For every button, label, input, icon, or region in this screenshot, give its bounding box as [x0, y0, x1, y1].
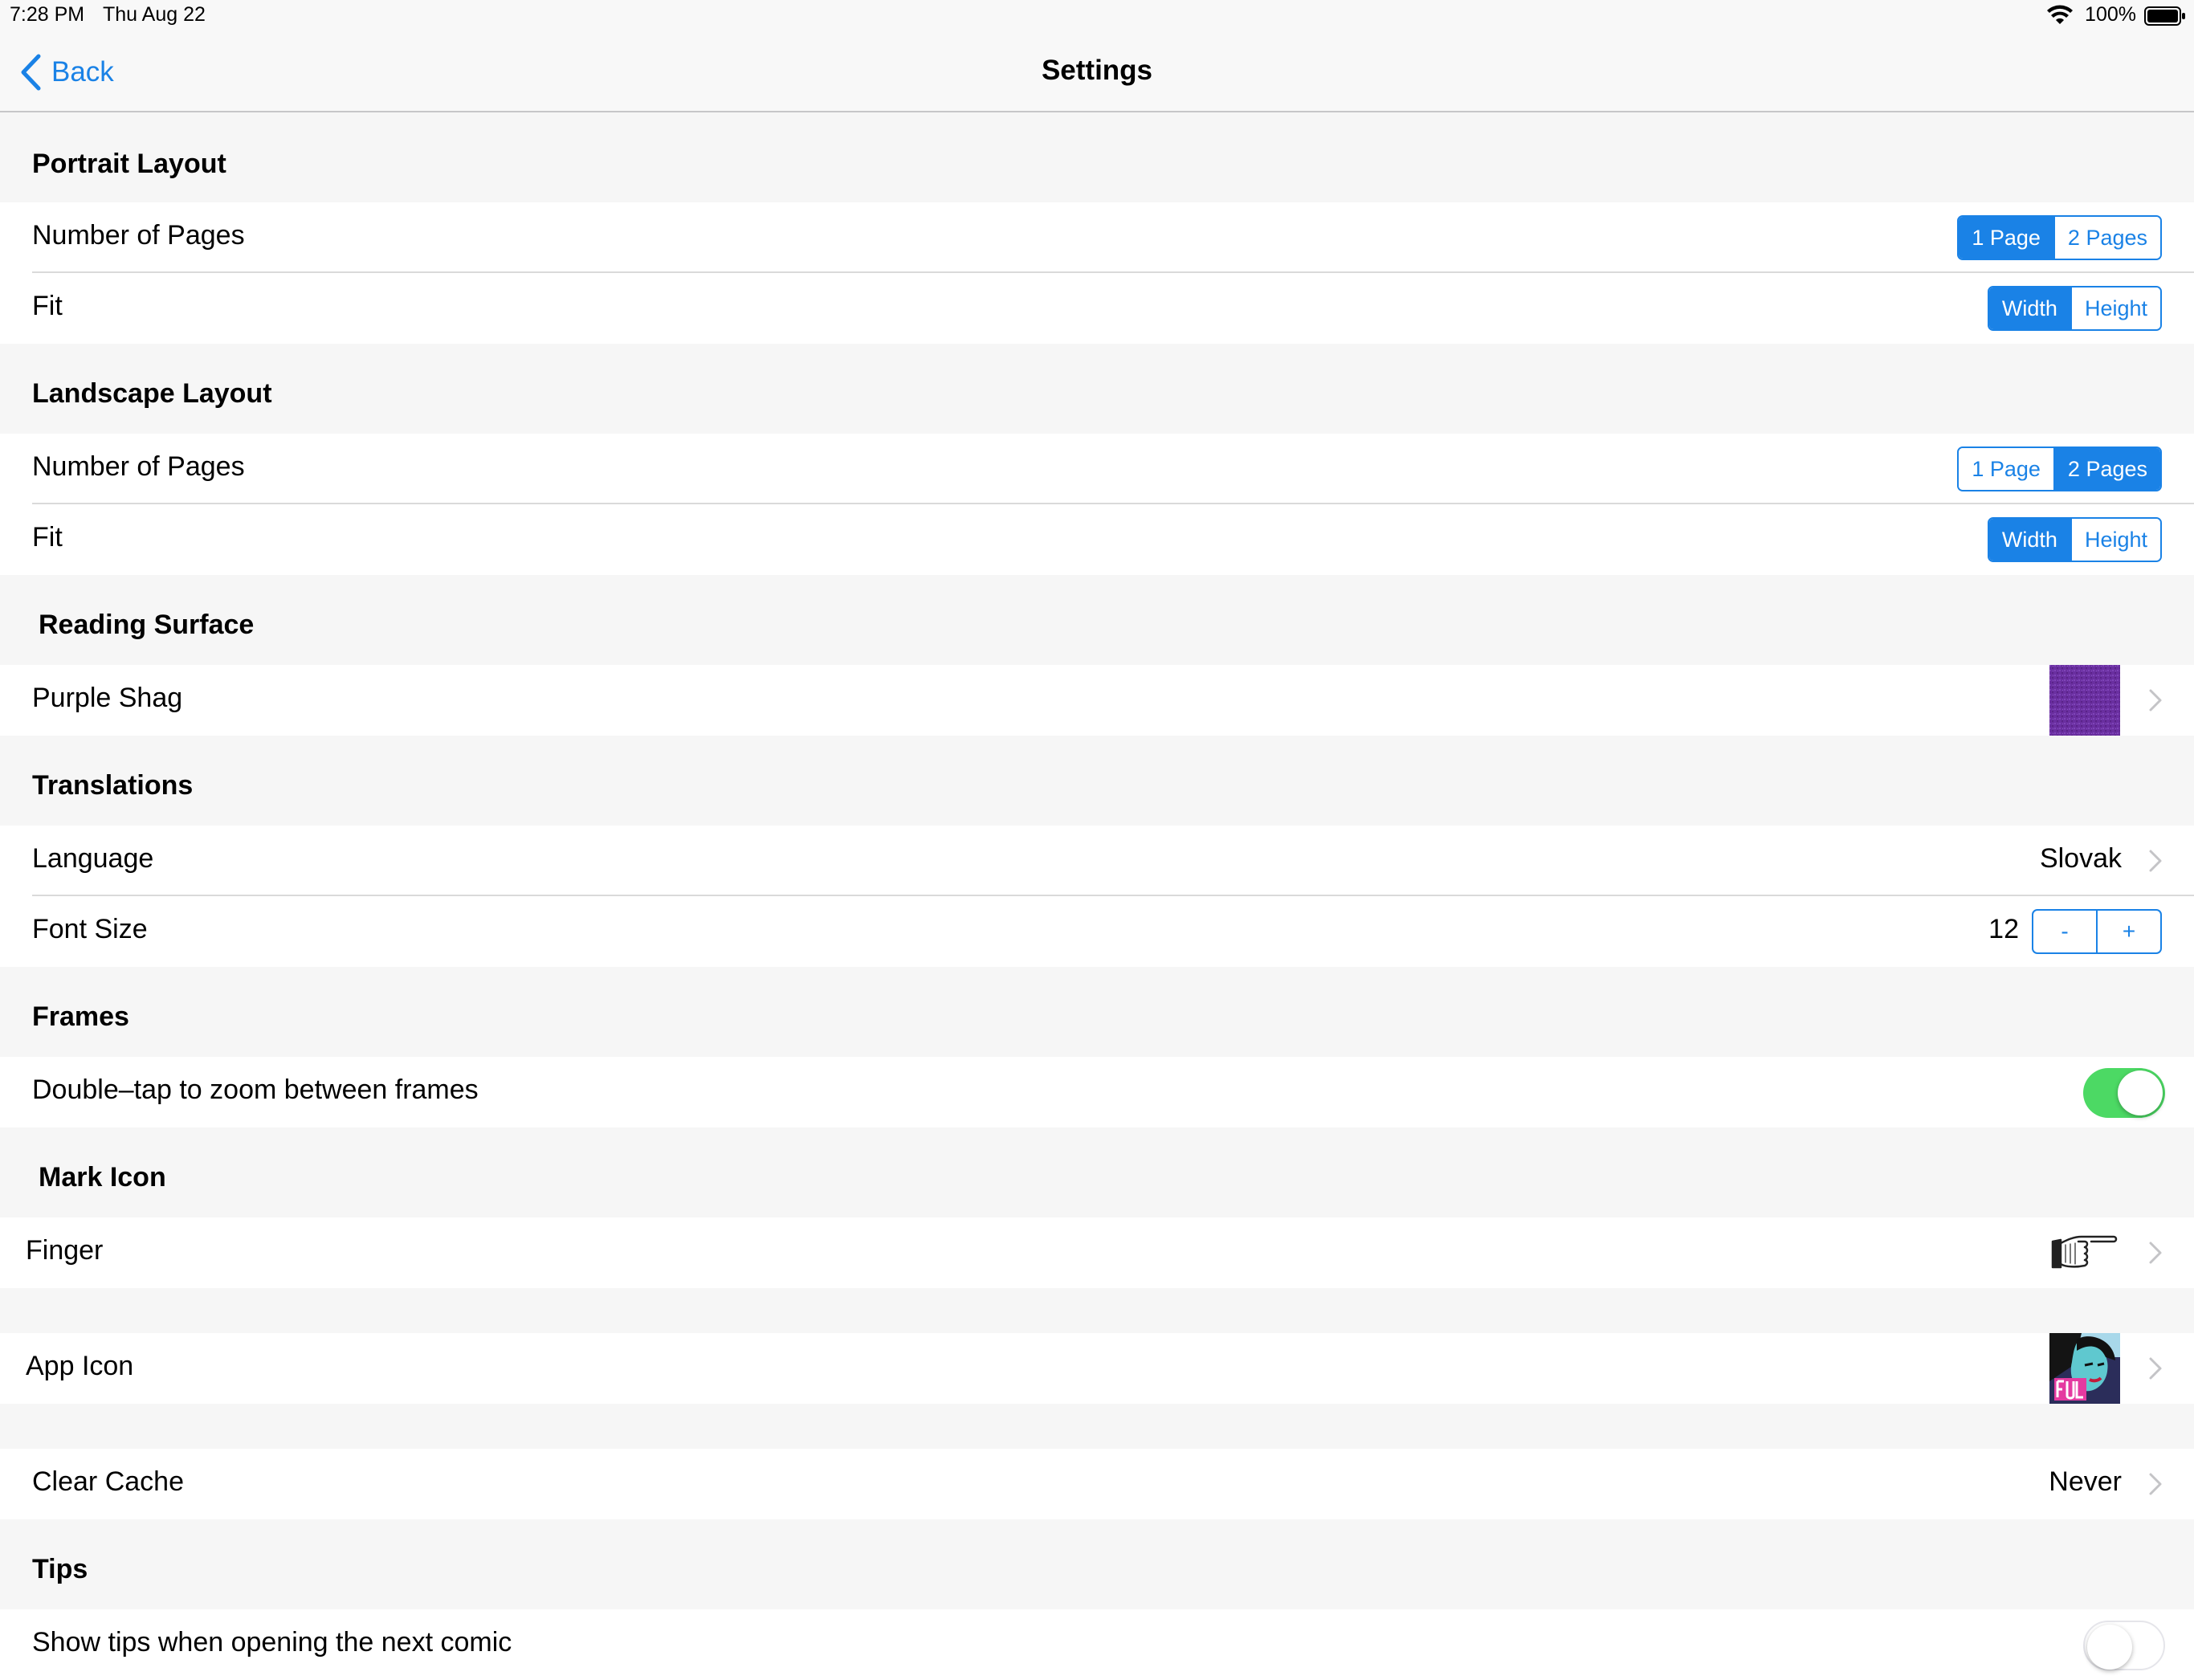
section-header-frames: Frames [0, 967, 2194, 1057]
app-icon-thumbnail [2049, 1333, 2120, 1404]
row-show-tips: Show tips when opening the next comic [0, 1609, 2194, 1680]
section-header-translations: Translations [0, 736, 2194, 826]
battery-percent: 100% [2085, 3, 2136, 26]
purple-shag-swatch [2049, 665, 2120, 736]
chevron-right-icon [2149, 1357, 2162, 1380]
font-size-stepper: - + [2032, 909, 2162, 954]
row-font-size: Font Size 12 - + [0, 896, 2194, 967]
pointing-finger-icon [2051, 1235, 2118, 1269]
language-label: Language [32, 843, 154, 874]
landscape-pages-label: Number of Pages [32, 451, 245, 482]
show-tips-label: Show tips when opening the next comic [32, 1627, 512, 1658]
font-size-value: 12 [1988, 914, 2019, 944]
portrait-pages-label: Number of Pages [32, 220, 245, 251]
landscape-fit-segmented-control: Width Height [1987, 517, 2162, 562]
section-header-portrait: Portrait Layout [0, 114, 2194, 204]
toggle-knob [2118, 1070, 2163, 1115]
status-date: Thu Aug 22 [103, 3, 206, 26]
page-title: Settings [1041, 55, 1153, 86]
landscape-fit-width-option[interactable]: Width [1988, 519, 2070, 561]
landscape-2-pages-option[interactable]: 2 Pages [2053, 448, 2160, 490]
portrait-fit-width-option[interactable]: Width [1988, 287, 2070, 329]
section-header-landscape: Landscape Layout [0, 344, 2194, 434]
clear-cache-value: Never [2049, 1466, 2122, 1497]
section-header-mark-icon: Mark Icon [0, 1127, 2194, 1217]
portrait-fit-label: Fit [32, 291, 63, 321]
row-landscape-fit: Fit Width Height [0, 504, 2194, 575]
row-landscape-pages: Number of Pages 1 Page 2 Pages [0, 434, 2194, 504]
font-size-label: Font Size [32, 914, 148, 944]
landscape-pages-segmented-control: 1 Page 2 Pages [1957, 447, 2162, 491]
row-language[interactable]: Language Slovak [0, 826, 2194, 896]
portrait-pages-segmented-control: 1 Page 2 Pages [1957, 215, 2162, 260]
landscape-fit-label: Fit [32, 522, 63, 553]
status-bar: 7:28 PM Thu Aug 22 100% [0, 0, 2194, 32]
row-double-tap-zoom: Double–tap to zoom between frames [0, 1057, 2194, 1127]
row-portrait-pages: Number of Pages 1 Page 2 Pages [0, 202, 2194, 273]
chevron-right-icon [2149, 689, 2162, 712]
toggle-knob [2087, 1625, 2132, 1670]
row-mark-icon[interactable]: Finger [0, 1217, 2194, 1288]
clear-cache-label: Clear Cache [32, 1466, 184, 1497]
chevron-right-icon [2149, 850, 2162, 872]
show-tips-toggle[interactable] [2083, 1621, 2165, 1670]
navigation-bar: Back Settings [0, 32, 2194, 112]
wifi-icon [2047, 5, 2073, 24]
portrait-1-page-option[interactable]: 1 Page [1959, 217, 2053, 259]
portrait-fit-segmented-control: Width Height [1987, 286, 2162, 331]
portrait-fit-height-option[interactable]: Height [2070, 287, 2160, 329]
double-tap-label: Double–tap to zoom between frames [32, 1074, 479, 1105]
mark-icon-label: Finger [26, 1235, 104, 1266]
section-header-reading-surface: Reading Surface [0, 575, 2194, 665]
chevron-right-icon [2149, 1473, 2162, 1495]
status-time: 7:28 PM [10, 3, 85, 26]
row-clear-cache[interactable]: Clear Cache Never [0, 1449, 2194, 1519]
reading-surface-label: Purple Shag [32, 683, 183, 713]
double-tap-toggle[interactable] [2083, 1068, 2165, 1118]
app-icon-label: App Icon [26, 1351, 134, 1381]
battery-icon [2144, 6, 2185, 26]
row-app-icon[interactable]: App Icon [0, 1333, 2194, 1404]
landscape-fit-height-option[interactable]: Height [2070, 519, 2160, 561]
landscape-1-page-option[interactable]: 1 Page [1959, 448, 2053, 490]
font-size-increase-button[interactable]: + [2096, 911, 2160, 952]
font-size-decrease-button[interactable]: - [2033, 911, 2096, 952]
chevron-right-icon [2149, 1242, 2162, 1264]
row-portrait-fit: Fit Width Height [0, 273, 2194, 344]
row-reading-surface[interactable]: Purple Shag [0, 665, 2194, 736]
portrait-2-pages-option[interactable]: 2 Pages [2053, 217, 2160, 259]
section-header-tips: Tips [0, 1519, 2194, 1609]
language-value: Slovak [2039, 843, 2122, 874]
